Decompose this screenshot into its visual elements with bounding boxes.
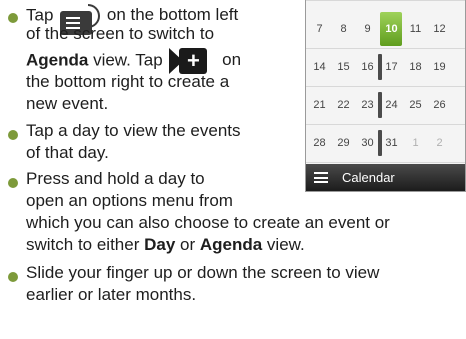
calendar-day-cell[interactable]: 28 xyxy=(308,124,331,162)
day-number: 22 xyxy=(337,99,350,111)
bullet-2-line-2: of that day. xyxy=(26,143,109,162)
calendar-day-cell[interactable]: 16 xyxy=(356,48,379,86)
agenda-term: Agenda xyxy=(199,235,263,254)
bullet-1-line-2: of the screen to switch to xyxy=(26,24,215,43)
day-number: 21 xyxy=(313,99,326,111)
menu-icon[interactable] xyxy=(314,172,328,183)
bullet-3-line-4: switch to either Day or Agenda view. xyxy=(26,235,305,255)
calendar-day-cell[interactable]: 29 xyxy=(332,124,355,162)
bullet-3-line-2: open an options menu from xyxy=(26,191,233,210)
bullet-4-line-2: earlier or later months. xyxy=(26,285,197,304)
text-segment: on xyxy=(217,50,242,70)
text-segment: view. Tap xyxy=(88,50,168,70)
day-number: 12 xyxy=(433,23,446,35)
calendar-day-cell[interactable]: 25 xyxy=(404,86,427,124)
bullet-3-line-1: Press and hold a day to xyxy=(26,169,205,188)
day-number: 18 xyxy=(409,61,422,73)
calendar-week-row: 14 15 16 17 18 19 xyxy=(306,48,465,87)
day-number: 15 xyxy=(337,61,350,73)
day-number: 23 xyxy=(361,99,374,111)
day-number: 7 xyxy=(316,23,323,35)
calendar-day-cell[interactable]: 30 xyxy=(356,124,379,162)
bullet-marker xyxy=(8,178,18,188)
event-indicator xyxy=(378,92,382,118)
day-number: 16 xyxy=(361,61,374,73)
calendar-week-row: 21 22 23 24 25 26 xyxy=(306,86,465,125)
calendar-day-cell[interactable]: 8 xyxy=(332,10,355,48)
day-number: 8 xyxy=(340,23,347,35)
calendar-day-cell[interactable]: 10 xyxy=(380,10,403,48)
manual-page: Tap on the bottom left of the screen to … xyxy=(0,0,466,339)
calendar-day-cell[interactable]: 22 xyxy=(332,86,355,124)
bullet-1-line-3: Agenda view. Tap + on xyxy=(26,48,241,74)
day-number: 25 xyxy=(409,99,422,111)
event-indicator xyxy=(378,54,382,80)
day-number: 28 xyxy=(313,137,326,149)
bullet-1-line-5: new event. xyxy=(26,94,109,113)
day-number: 2 xyxy=(436,137,443,149)
day-number: 11 xyxy=(409,23,422,35)
day-number: 29 xyxy=(337,137,350,149)
bullet-3-line-3: which you can also choose to create an e… xyxy=(26,213,390,232)
day-number: 14 xyxy=(313,61,326,73)
day-number: 19 xyxy=(433,61,446,73)
calendar-day-cell[interactable]: 23 xyxy=(356,86,379,124)
calendar-day-cell[interactable]: 17 xyxy=(378,48,403,86)
calendar-day-cell[interactable]: 2 xyxy=(428,124,451,162)
calendar-day-cell[interactable]: 7 xyxy=(308,10,331,48)
day-term: Day xyxy=(144,235,176,254)
text-segment: on the bottom left xyxy=(102,5,239,25)
bullet-marker xyxy=(8,13,18,23)
bullet-1-line-4: the bottom right to create a xyxy=(26,72,230,91)
calendar-day-cell[interactable]: 12 xyxy=(428,10,451,48)
calendar-day-cell[interactable]: 26 xyxy=(428,86,451,124)
day-number: 17 xyxy=(385,61,398,73)
calendar-day-cell[interactable]: 11 xyxy=(404,10,427,48)
day-number: 9 xyxy=(364,23,371,35)
calendar-day-cell[interactable]: 18 xyxy=(404,48,427,86)
calendar-day-cell[interactable]: 15 xyxy=(332,48,355,86)
event-indicator xyxy=(378,130,382,156)
calendar-day-cell[interactable]: 31 xyxy=(378,124,403,162)
bullet-2-line-1: Tap a day to view the events xyxy=(26,121,241,140)
day-number: 24 xyxy=(385,99,398,111)
bullet-4-line-1: Slide your finger up or down the screen … xyxy=(26,263,380,282)
bullet-marker xyxy=(8,272,18,282)
calendar-day-cell[interactable]: 24 xyxy=(378,86,403,124)
day-number: 30 xyxy=(361,137,374,149)
calendar-day-cell[interactable]: 14 xyxy=(308,48,331,86)
day-number: 26 xyxy=(433,99,446,111)
day-number: 31 xyxy=(385,137,398,149)
day-number: 1 xyxy=(412,137,419,149)
text-segment: switch to either xyxy=(26,235,145,254)
calendar-week-row: 7 8 9 10 11 12 xyxy=(306,10,465,49)
text-segment: or xyxy=(175,235,200,254)
calendar-screenshot: 7 8 9 10 11 12 14 15 16 17 18 19 21 22 23 24 25 26 28 29 30 3… xyxy=(305,0,466,192)
calendar-week-row: 28 29 30 31 1 2 xyxy=(306,124,465,163)
text-segment: view. xyxy=(262,235,305,254)
today-number: 10 xyxy=(385,23,398,35)
calendar-bottom-bar: Calendar xyxy=(306,164,465,191)
agenda-term: Agenda xyxy=(26,50,89,70)
calendar-day-cell[interactable]: 1 xyxy=(404,124,427,162)
add-event-button-illustration: + xyxy=(169,48,209,74)
calendar-day-cell[interactable]: 21 xyxy=(308,86,331,124)
text-segment: Tap xyxy=(26,5,59,25)
calendar-day-cell[interactable]: 9 xyxy=(356,10,379,48)
calendar-top-row-partial xyxy=(306,0,465,1)
calendar-day-cell[interactable]: 19 xyxy=(428,48,451,86)
bullet-marker xyxy=(8,130,18,140)
plus-icon: + xyxy=(179,48,208,74)
calendar-title: Calendar xyxy=(342,170,395,185)
